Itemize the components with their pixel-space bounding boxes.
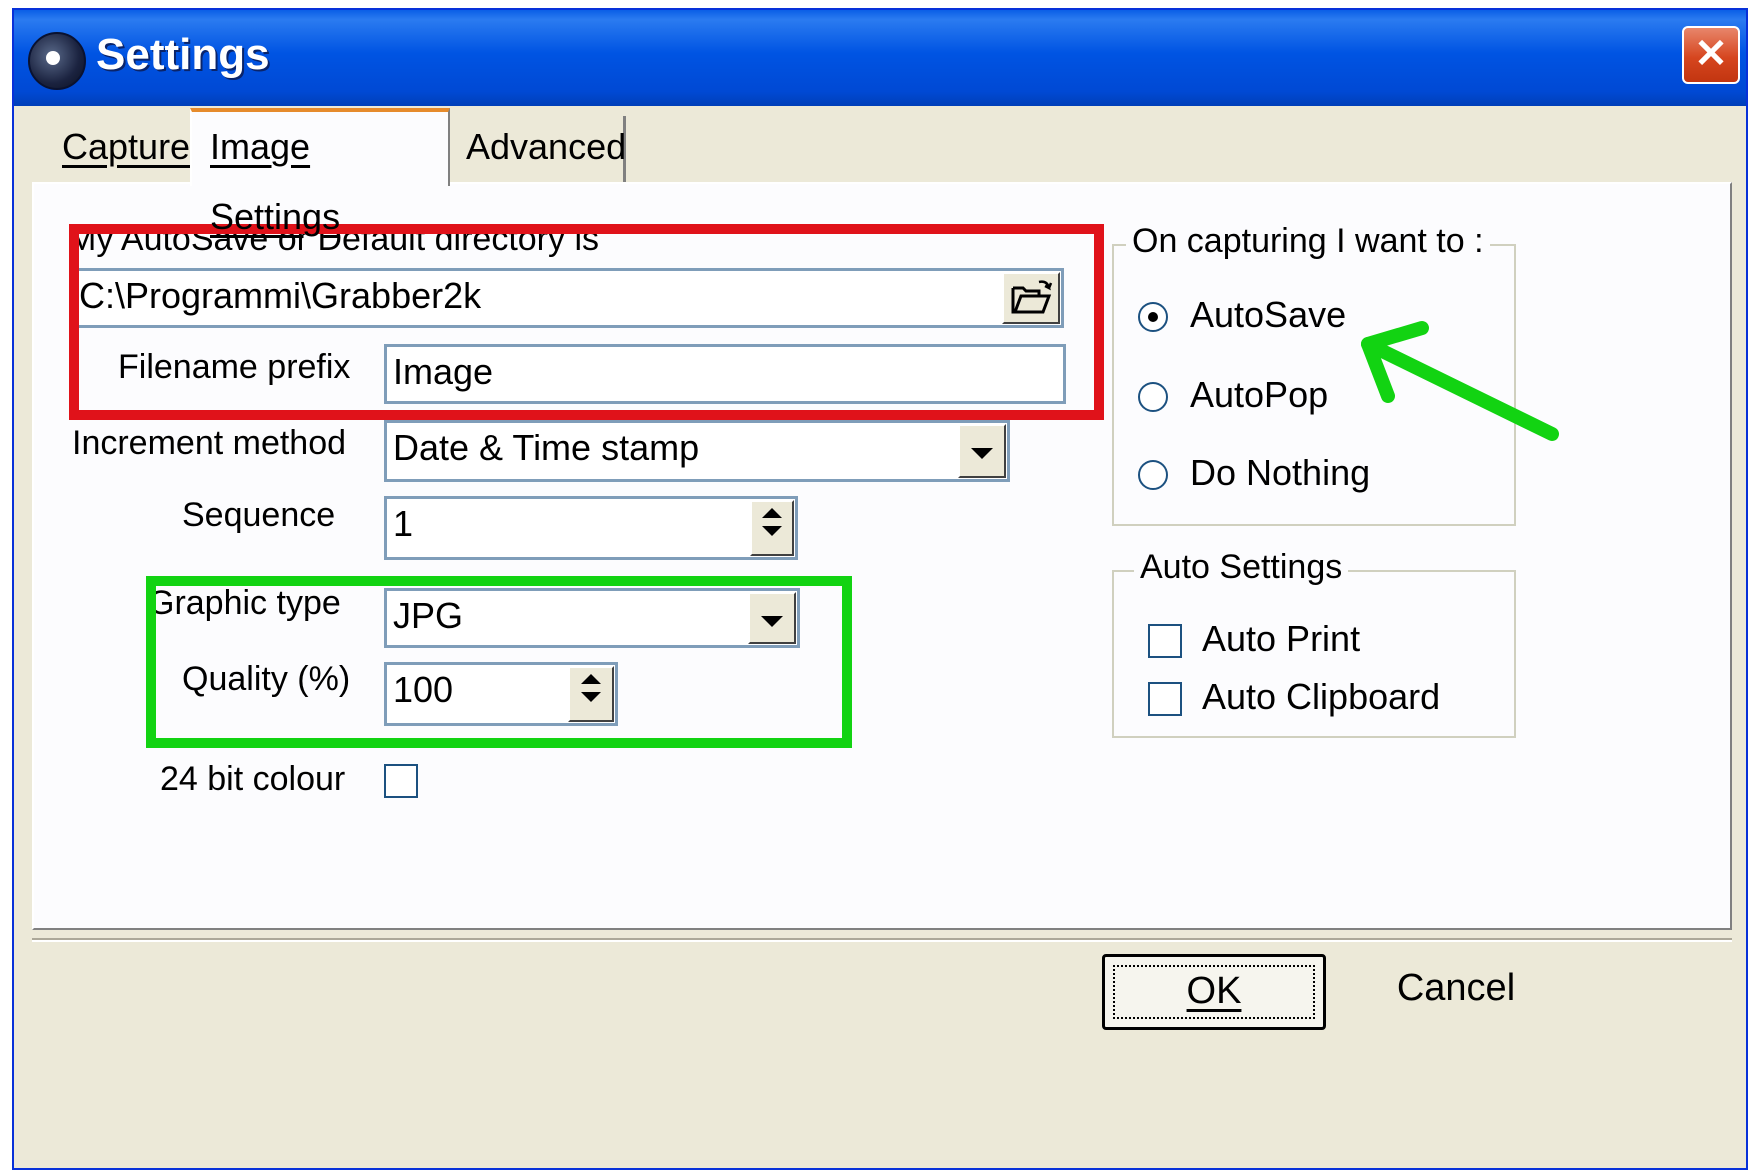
bit-colour-checkbox[interactable]	[384, 764, 418, 798]
focus-rectangle	[1113, 965, 1315, 1019]
increment-method-value: Date & Time stamp	[393, 427, 700, 468]
sequence-value: 1	[393, 503, 414, 544]
tab-capture-label: Capture	[62, 126, 191, 167]
radio-button[interactable]	[1138, 382, 1168, 412]
tab-image-settings-label: Image Settings	[210, 126, 341, 237]
tab-image-settings[interactable]: Image Settings	[190, 108, 450, 237]
window-title: Settings	[96, 30, 270, 79]
radio-do-nothing-label: Do Nothing	[1190, 452, 1371, 493]
auto-settings-title: Auto Settings	[1134, 548, 1349, 587]
auto-print-checkbox[interactable]	[1148, 624, 1182, 658]
auto-print-label: Auto Print	[1202, 618, 1361, 659]
red-highlight-box	[69, 224, 1104, 420]
footer-separator	[32, 938, 1732, 942]
cancel-label: Cancel	[1396, 967, 1516, 1009]
chevron-down-icon	[971, 448, 993, 459]
on-capturing-title: On capturing I want to :	[1126, 222, 1490, 261]
bit-colour-label: 24 bit colour	[160, 760, 346, 798]
radio-autopop-label: AutoPop	[1190, 374, 1329, 415]
close-icon: ✕	[1694, 32, 1728, 76]
radio-autosave-label: AutoSave	[1190, 294, 1347, 335]
increment-method-select[interactable]: Date & Time stamp	[384, 420, 1010, 482]
settings-dialog: Settings ✕ Capture Image Settings Advanc…	[12, 8, 1748, 1170]
sequence-label: Sequence	[182, 496, 336, 534]
tab-advanced[interactable]: Advanced	[448, 116, 626, 182]
green-arrow-annotation	[1361, 321, 1559, 441]
sequence-input[interactable]: 1	[384, 496, 798, 560]
auto-settings-group: Auto Settings Auto Print Auto Clipboard	[1112, 548, 1516, 738]
radio-button[interactable]	[1138, 460, 1168, 490]
title-bar[interactable]: Settings ✕	[14, 10, 1746, 106]
auto-clipboard-label: Auto Clipboard	[1202, 676, 1441, 717]
tab-advanced-label: Advanced	[466, 126, 627, 167]
tab-capture[interactable]: Capture	[44, 116, 192, 182]
ok-button[interactable]: OK	[1102, 954, 1326, 1030]
increment-method-label: Increment method	[72, 424, 347, 462]
sequence-spinner[interactable]	[750, 500, 794, 556]
app-icon	[28, 32, 86, 90]
spin-up-icon	[762, 508, 782, 518]
radio-button[interactable]	[1138, 302, 1168, 332]
spin-down-icon	[762, 526, 782, 536]
close-button[interactable]: ✕	[1682, 26, 1740, 84]
auto-clipboard-checkbox[interactable]	[1148, 682, 1182, 716]
cancel-button[interactable]: Cancel	[1344, 954, 1568, 1030]
green-highlight-box	[146, 576, 852, 748]
increment-method-dropdown-button[interactable]	[958, 424, 1006, 478]
